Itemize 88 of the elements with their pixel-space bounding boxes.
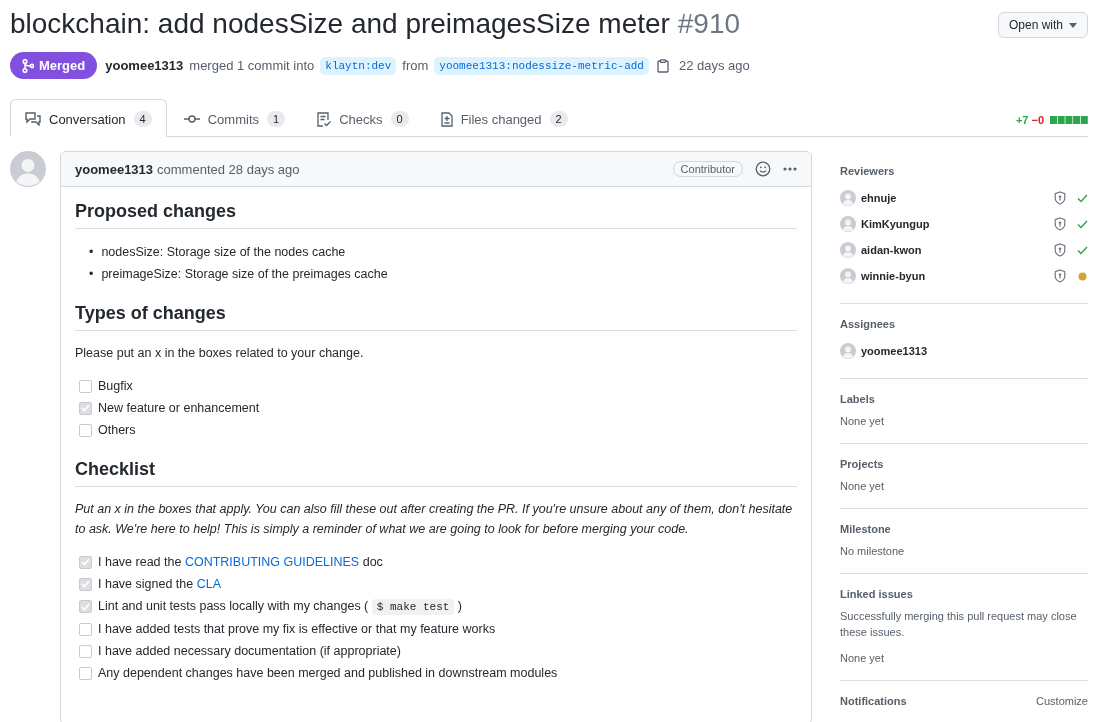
avatar[interactable] [10, 151, 46, 187]
avatar[interactable] [840, 190, 856, 206]
count-badge: 2 [549, 111, 568, 127]
tab[interactable]: Files changed 2 [425, 99, 583, 137]
section-heading: Types of changes [75, 303, 797, 331]
checkbox[interactable] [79, 555, 92, 569]
additions-count: +7 [1015, 114, 1029, 126]
user-name[interactable]: yoomee1313 [861, 345, 928, 357]
task-text: Lint and unit tests pass locally with my changes ( $ make test ) [98, 598, 462, 617]
task-text: I have read the CONTRIBUTING GUIDELINES doc [98, 554, 383, 571]
task-text: Any dependent changes have been merged and published in downstream modules [98, 665, 558, 682]
checkbox[interactable] [79, 600, 92, 613]
avatar[interactable] [840, 242, 856, 258]
smiley-icon[interactable] [755, 161, 771, 177]
user-name[interactable]: aidan-kwon [861, 244, 922, 256]
speech-bubbles-icon [25, 112, 41, 126]
task-text: Others [98, 422, 136, 439]
task-text: New feature or enhancement [98, 400, 260, 417]
checkbox[interactable] [79, 577, 92, 591]
merge-time: 22 days ago [678, 58, 750, 73]
open-with-button[interactable]: Open with [997, 12, 1088, 38]
sidebar-text: Successfully merging this pull request may close these issues. [840, 609, 1078, 640]
section-text: Put an x in the boxes that apply. You can also fill these out after creating the PR. If you're unsure about any of them, don't hesitate to ask. We're here to help! This is simply a reminder of what we are going to look for before merging your code. [75, 501, 794, 538]
from-text: from [402, 58, 429, 73]
pr-title: blockchain: add nodesSize and preimagesSize meter #910 [10, 7, 741, 41]
task-text: Bugfix [98, 378, 133, 395]
file-diff-icon [440, 111, 453, 127]
sidebar-heading: Projects [840, 458, 884, 470]
more-icon[interactable] [783, 167, 797, 171]
sidebar-text: None yet [840, 479, 886, 494]
avatar[interactable] [840, 268, 856, 284]
checkbox[interactable] [79, 423, 92, 437]
sidebar-text: No milestone [840, 544, 906, 559]
checkbox[interactable] [79, 622, 92, 636]
sidebar-heading: Reviewers [840, 165, 895, 177]
merge-text: merged 1 commit into [189, 58, 315, 73]
author-name[interactable]: yoomee1313 [105, 58, 184, 73]
user-name[interactable]: KimKyungup [861, 218, 930, 230]
bullet-marker: • [89, 266, 94, 283]
list-item: nodesSize: Storage size of the nodes cache [101, 244, 346, 261]
tab[interactable]: Checks 0 [302, 99, 424, 137]
list-item: preimageSize: Storage size of the preimages cache [101, 266, 388, 283]
count-badge: 0 [390, 111, 409, 127]
user-name[interactable]: ehnuje [861, 192, 897, 204]
merge-icon [22, 58, 34, 73]
checkbox[interactable] [79, 666, 92, 680]
section-heading: Checklist [75, 459, 797, 487]
author-name[interactable]: yoomee1313 [75, 161, 154, 177]
shield-icon [1054, 269, 1066, 283]
checkbox[interactable] [79, 401, 92, 415]
avatar[interactable] [840, 343, 856, 359]
tab[interactable]: Commits 1 [168, 99, 301, 137]
copy-icon[interactable] [656, 58, 669, 73]
base-branch[interactable]: klaytn:dev [320, 56, 397, 75]
count-badge: 4 [133, 111, 152, 127]
tab[interactable]: Conversation 4 [10, 99, 167, 137]
status-badge: Merged [10, 52, 98, 79]
sidebar-heading: Labels [840, 393, 875, 405]
caret-icon [1069, 22, 1077, 28]
user-name[interactable]: winnie-byun [861, 270, 926, 282]
sidebar-text: None yet [840, 414, 886, 429]
checkbox[interactable] [79, 644, 92, 658]
sidebar-heading: Assignees [840, 318, 896, 330]
bullet-marker: • [89, 244, 94, 261]
count-badge: 1 [267, 111, 286, 127]
shield-icon [1054, 191, 1066, 205]
sidebar-text: None yet [840, 651, 886, 666]
head-branch[interactable]: yoomee1313:nodessize-metric-add [434, 56, 649, 75]
sidebar-heading: Notifications [840, 695, 907, 707]
diffstat-blocks [1050, 116, 1088, 124]
section-heading: Proposed changes [75, 201, 797, 229]
sidebar-heading: Milestone [840, 523, 891, 535]
sidebar-heading: Linked issues [840, 588, 913, 600]
deletions-count: −0 [1031, 114, 1044, 126]
shield-icon [1054, 217, 1066, 231]
checkbox[interactable] [79, 379, 92, 393]
task-text: I have signed the CLA [98, 576, 221, 593]
task-text: I have added tests that prove my fix is effective or that my feature works [98, 621, 496, 638]
avatar[interactable] [840, 216, 856, 232]
section-text: Please put an x in the boxes related to your change. [75, 345, 365, 362]
commit-icon [183, 114, 200, 124]
link[interactable]: CLA [196, 577, 221, 591]
link[interactable]: CONTRIBUTING GUIDELINES [184, 555, 360, 569]
shield-icon [1054, 243, 1066, 257]
customize-link[interactable]: Customize [1036, 695, 1088, 707]
task-text: I have added necessary documentation (if appropriate) [98, 643, 401, 660]
checklist-icon [317, 111, 332, 127]
comment-time: commented 28 days ago [157, 161, 300, 177]
